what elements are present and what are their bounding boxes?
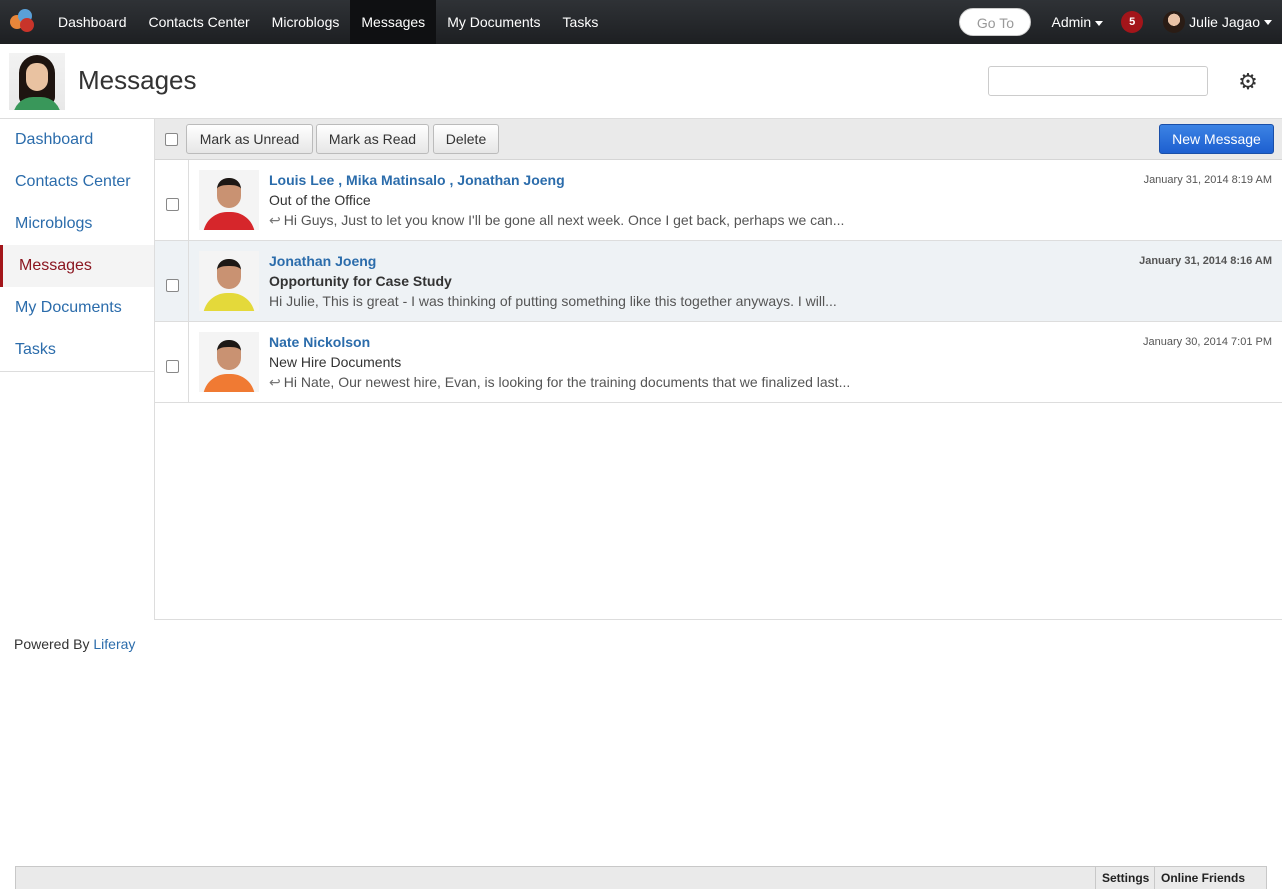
message-preview: ↩ Hi Guys, Just to let you know I'll be g… (269, 212, 844, 229)
nav-item-microblogs[interactable]: Microblogs (261, 0, 351, 44)
sidebar-item-dashboard[interactable]: Dashboard (0, 119, 154, 161)
page-title: Messages (78, 65, 197, 95)
liferay-logo[interactable] (9, 7, 39, 37)
message-row[interactable]: Jonathan Joeng Opportunity for Case Stud… (155, 241, 1282, 322)
go-to-button[interactable]: Go To (959, 8, 1032, 36)
message-recipients: Nate Nickolson (269, 334, 370, 350)
message-recipients: Jonathan Joeng (269, 253, 376, 269)
reply-icon: ↩ (269, 374, 281, 390)
avatar-shirt (203, 212, 255, 230)
powered-by-text: Powered By (14, 636, 90, 652)
chevron-down-icon (1095, 20, 1104, 26)
message-row[interactable]: Nate Nickolson New Hire Documents ↩ Hi Na… (155, 322, 1282, 403)
delete-button[interactable]: Delete (433, 124, 499, 154)
online-friends-tab[interactable]: Online Friends (1) (1154, 867, 1266, 889)
message-date: January 31, 2014 8:16 AM (1139, 255, 1272, 267)
page-header: Messages ⚙ (0, 44, 1282, 119)
sidebar-item-messages[interactable]: Messages (0, 245, 154, 287)
recipient-link[interactable]: Louis Lee (269, 172, 334, 188)
sidebar-item-my-documents[interactable]: My Documents (0, 287, 154, 329)
user-portrait[interactable] (9, 53, 65, 110)
dockbar-right: Go To Admin 5 Julie Jagao (959, 0, 1282, 44)
message-date: January 31, 2014 8:19 AM (1143, 174, 1272, 186)
row-checkbox[interactable] (166, 198, 179, 211)
avatar-shirt (203, 293, 255, 311)
avatar-head (217, 178, 241, 208)
mark-as-read-button[interactable]: Mark as Read (316, 124, 429, 154)
recipient-link[interactable]: Mika Matinsalo (346, 172, 446, 188)
sender-avatar (199, 170, 259, 230)
admin-label: Admin (1051, 14, 1092, 30)
notification-badge[interactable]: 5 (1121, 11, 1144, 33)
message-recipients: Louis Lee , Mika Matinsalo , Jonathan Jo… (269, 172, 565, 188)
nav-item-contacts-center[interactable]: Contacts Center (138, 0, 261, 44)
admin-menu[interactable]: Admin (1051, 14, 1104, 30)
row-check-cell (155, 160, 189, 240)
message-toolbar: Mark as Unread Mark as Read Delete New M… (155, 119, 1282, 160)
chevron-down-icon (1264, 19, 1272, 25)
message-preview-text: Hi Guys, Just to let you know I'll be go… (283, 212, 845, 228)
sender-avatar (199, 332, 259, 392)
powered-by: Powered By Liferay (14, 636, 135, 652)
user-name: Julie Jagao (1189, 14, 1260, 30)
gear-icon[interactable]: ⚙ (1237, 71, 1259, 93)
recipient-separator: , (334, 172, 347, 188)
liferay-link[interactable]: Liferay (93, 636, 135, 652)
recipient-link[interactable]: Nate Nickolson (269, 334, 370, 350)
message-preview: ↩ Hi Nate, Our newest hire, Evan, is look… (269, 374, 850, 391)
user-menu[interactable]: Julie Jagao (1163, 11, 1272, 33)
message-subject[interactable]: Out of the Office (269, 192, 371, 208)
select-all-checkbox[interactable] (165, 133, 178, 146)
avatar-head (217, 340, 241, 370)
recipient-link[interactable]: Jonathan Joeng (269, 253, 376, 269)
chat-settings-tab[interactable]: Settings (1095, 867, 1155, 889)
search-input[interactable] (988, 66, 1208, 96)
message-subject[interactable]: Opportunity for Case Study (269, 273, 452, 289)
dockbar: Dashboard Contacts Center Microblogs Mes… (0, 0, 1282, 44)
sidebar: Dashboard Contacts Center Microblogs Mes… (0, 119, 155, 372)
sidebar-item-microblogs[interactable]: Microblogs (0, 203, 154, 245)
sender-avatar (199, 251, 259, 311)
message-date: January 30, 2014 7:01 PM (1142, 336, 1272, 348)
logo-circle-red (20, 18, 34, 32)
recipient-link[interactable]: Jonathan Joeng (457, 172, 564, 188)
row-checkbox[interactable] (166, 279, 179, 292)
sidebar-item-tasks[interactable]: Tasks (0, 329, 154, 371)
content-border-left (154, 372, 155, 620)
new-message-button[interactable]: New Message (1159, 124, 1274, 154)
message-preview-text: Hi Nate, Our newest hire, Evan, is looki… (283, 374, 851, 390)
message-row[interactable]: Louis Lee , Mika Matinsalo , Jonathan Jo… (155, 160, 1282, 241)
chat-bar: Settings Online Friends (1) (15, 866, 1267, 889)
nav-item-tasks[interactable]: Tasks (552, 0, 610, 44)
avatar-shirt (203, 374, 255, 392)
message-subject[interactable]: New Hire Documents (269, 354, 401, 370)
recipient-separator: , (445, 172, 458, 188)
content-border-bottom (154, 619, 1282, 620)
user-avatar (1163, 11, 1186, 33)
nav-item-dashboard[interactable]: Dashboard (47, 0, 138, 44)
mark-as-unread-button[interactable]: Mark as Unread (186, 124, 313, 154)
row-checkbox[interactable] (166, 360, 179, 373)
nav-item-messages[interactable]: Messages (350, 0, 437, 44)
nav-item-my-documents[interactable]: My Documents (436, 0, 551, 44)
sidebar-item-contacts-center[interactable]: Contacts Center (0, 161, 154, 203)
row-check-cell (155, 322, 189, 402)
avatar-head (217, 259, 241, 289)
message-preview: Hi Julie, This is great - I was thinking… (269, 293, 837, 309)
row-check-cell (155, 241, 189, 321)
portrait-face (26, 63, 48, 91)
reply-icon: ↩ (269, 212, 281, 228)
